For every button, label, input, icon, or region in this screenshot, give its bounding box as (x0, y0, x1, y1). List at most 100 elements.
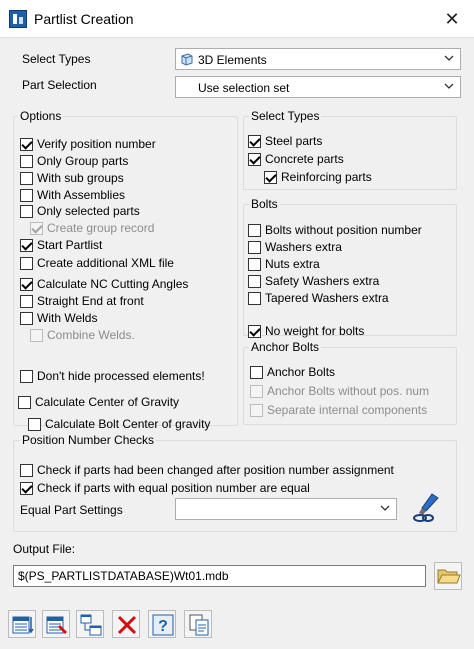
checkbox-label: Combine Welds. (47, 328, 135, 342)
checkbox-anchor-bolts-without-pos-num: Anchor Bolts without pos. num (250, 383, 429, 399)
checkbox-with-sub-groups[interactable]: With sub groups (20, 170, 124, 186)
checkbox-label: With Welds (37, 311, 98, 325)
checkbox-box[interactable] (20, 137, 33, 151)
checkbox-label: Only selected parts (37, 204, 140, 218)
checkbox-box (250, 384, 263, 398)
checkbox-box (30, 328, 43, 342)
checkbox-box[interactable] (20, 256, 33, 270)
checkbox-bolts-without-position-number[interactable]: Bolts without position number (248, 222, 422, 238)
checkbox-box[interactable] (20, 154, 33, 168)
checkbox-only-group-parts[interactable]: Only Group parts (20, 153, 128, 169)
checkbox-box[interactable] (248, 257, 261, 271)
checkbox-don-t-hide-processed-elements[interactable]: Don't hide processed elements! (20, 368, 205, 384)
checkbox-separate-internal-components: Separate internal components (250, 402, 427, 418)
part-selection-label: Part Selection (22, 78, 97, 92)
checkbox-with-assemblies[interactable]: With Assemblies (20, 187, 125, 203)
checkbox-box[interactable] (20, 277, 33, 291)
checkbox-no-weight-for-bolts[interactable]: No weight for bolts (248, 323, 364, 339)
checkbox-box[interactable] (28, 417, 41, 431)
checkbox-label: Anchor Bolts (267, 365, 336, 379)
checkbox-box[interactable] (264, 170, 277, 184)
checkbox-box[interactable] (248, 152, 261, 166)
checkbox-safety-washers-extra[interactable]: Safety Washers extra (248, 273, 379, 289)
checkbox-box[interactable] (20, 171, 33, 185)
select-types-group-title: Select Types (249, 109, 322, 123)
checkbox-check-if-parts-had-been-changed-after-position-number-assignment[interactable]: Check if parts had been changed after po… (20, 462, 394, 478)
checkbox-box[interactable] (20, 481, 33, 495)
checkbox-box[interactable] (250, 365, 263, 379)
checkbox-box[interactable] (20, 204, 33, 218)
checkbox-box[interactable] (20, 369, 33, 383)
checkbox-check-if-parts-with-equal-position-number-are-equal[interactable]: Check if parts with equal position numbe… (20, 480, 310, 496)
checkbox-calculate-bolt-center-of-gravity[interactable]: Calculate Bolt Center of gravity (28, 416, 210, 432)
folder-open-icon[interactable] (434, 562, 462, 590)
chevron-down-icon (444, 55, 454, 61)
select-types-dropdown[interactable]: 3D Elements (175, 48, 461, 70)
checkbox-box[interactable] (20, 188, 33, 202)
close-icon[interactable]: ✕ (436, 5, 468, 33)
checkbox-label: Calculate Bolt Center of gravity (45, 417, 211, 431)
checkbox-only-selected-parts[interactable]: Only selected parts (20, 203, 140, 219)
checkbox-box[interactable] (248, 223, 261, 237)
checkbox-label: With sub groups (37, 171, 124, 185)
checkbox-box[interactable] (20, 311, 33, 325)
paint-brush-settings-icon[interactable] (410, 492, 442, 524)
checkbox-verify-position-number[interactable]: Verify position number (20, 136, 156, 152)
output-file-label: Output File: (13, 542, 76, 556)
checkbox-box[interactable] (20, 238, 33, 252)
checkbox-combine-welds: Combine Welds. (30, 327, 135, 343)
select-types-value: 3D Elements (198, 53, 267, 67)
options-group-title: Options (18, 109, 64, 123)
cube-3d-icon (181, 53, 193, 66)
checkbox-calculate-center-of-gravity[interactable]: Calculate Center of Gravity (18, 394, 179, 410)
checkbox-box[interactable] (248, 291, 261, 305)
window-title: Partlist Creation (34, 11, 134, 27)
checkbox-label: Straight End at front (37, 294, 144, 308)
svg-text:?: ? (158, 618, 168, 635)
checkbox-box[interactable] (20, 463, 33, 477)
anchor-bolts-group-title: Anchor Bolts (249, 340, 322, 354)
part-selection-dropdown[interactable]: Use selection set (175, 76, 461, 98)
checkbox-label: Tapered Washers extra (265, 291, 389, 305)
title-bar: Partlist Creation ✕ (0, 0, 474, 38)
equal-part-settings-dropdown[interactable] (175, 498, 397, 520)
checkbox-create-additional-xml-file[interactable]: Create additional XML file (20, 255, 174, 271)
checkbox-calculate-nc-cutting-angles[interactable]: Calculate NC Cutting Angles (20, 276, 188, 292)
checkbox-box[interactable] (20, 294, 33, 308)
checkbox-start-partlist[interactable]: Start Partlist (20, 237, 102, 253)
checkbox-label: Check if parts with equal position numbe… (37, 481, 310, 495)
checkbox-anchor-bolts[interactable]: Anchor Bolts (250, 364, 335, 380)
checkbox-create-group-record: Create group record (30, 220, 154, 236)
checkbox-box[interactable] (248, 134, 261, 148)
checkbox-box[interactable] (248, 274, 261, 288)
checkbox-concrete-parts[interactable]: Concrete parts (248, 151, 344, 167)
checkbox-box[interactable] (248, 324, 261, 338)
copy-document-icon[interactable] (184, 610, 212, 638)
checkbox-label: No weight for bolts (265, 324, 365, 338)
checkbox-box (30, 221, 43, 235)
output-file-input[interactable]: $(PS_PARTLISTDATABASE)Wt01.mdb (13, 565, 426, 587)
checkbox-box[interactable] (248, 240, 261, 254)
partlist-edit-icon[interactable] (42, 610, 70, 638)
checkbox-label: Bolts without position number (265, 223, 422, 237)
cancel-x-icon[interactable] (112, 610, 140, 638)
checkbox-box (250, 403, 263, 417)
checkbox-steel-parts[interactable]: Steel parts (248, 133, 322, 149)
partlist-list-icon[interactable] (8, 610, 36, 638)
checkbox-label: Calculate NC Cutting Angles (37, 277, 189, 291)
equal-part-settings-label: Equal Part Settings (20, 503, 123, 517)
checkbox-reinforcing-parts[interactable]: Reinforcing parts (264, 169, 372, 185)
chevron-down-icon (444, 83, 454, 89)
help-icon[interactable]: ? (148, 610, 176, 638)
checkbox-tapered-washers-extra[interactable]: Tapered Washers extra (248, 290, 389, 306)
checkbox-nuts-extra[interactable]: Nuts extra (248, 256, 320, 272)
partlist-tree-icon[interactable] (76, 610, 104, 638)
select-types-label: Select Types (22, 52, 91, 66)
checkbox-label: Only Group parts (37, 154, 129, 168)
checkbox-straight-end-at-front[interactable]: Straight End at front (20, 293, 144, 309)
checkbox-label: Steel parts (265, 134, 323, 148)
checkbox-box[interactable] (18, 395, 31, 409)
checkbox-with-welds[interactable]: With Welds (20, 310, 97, 326)
partlist-app-icon (9, 10, 27, 28)
checkbox-washers-extra[interactable]: Washers extra (248, 239, 342, 255)
